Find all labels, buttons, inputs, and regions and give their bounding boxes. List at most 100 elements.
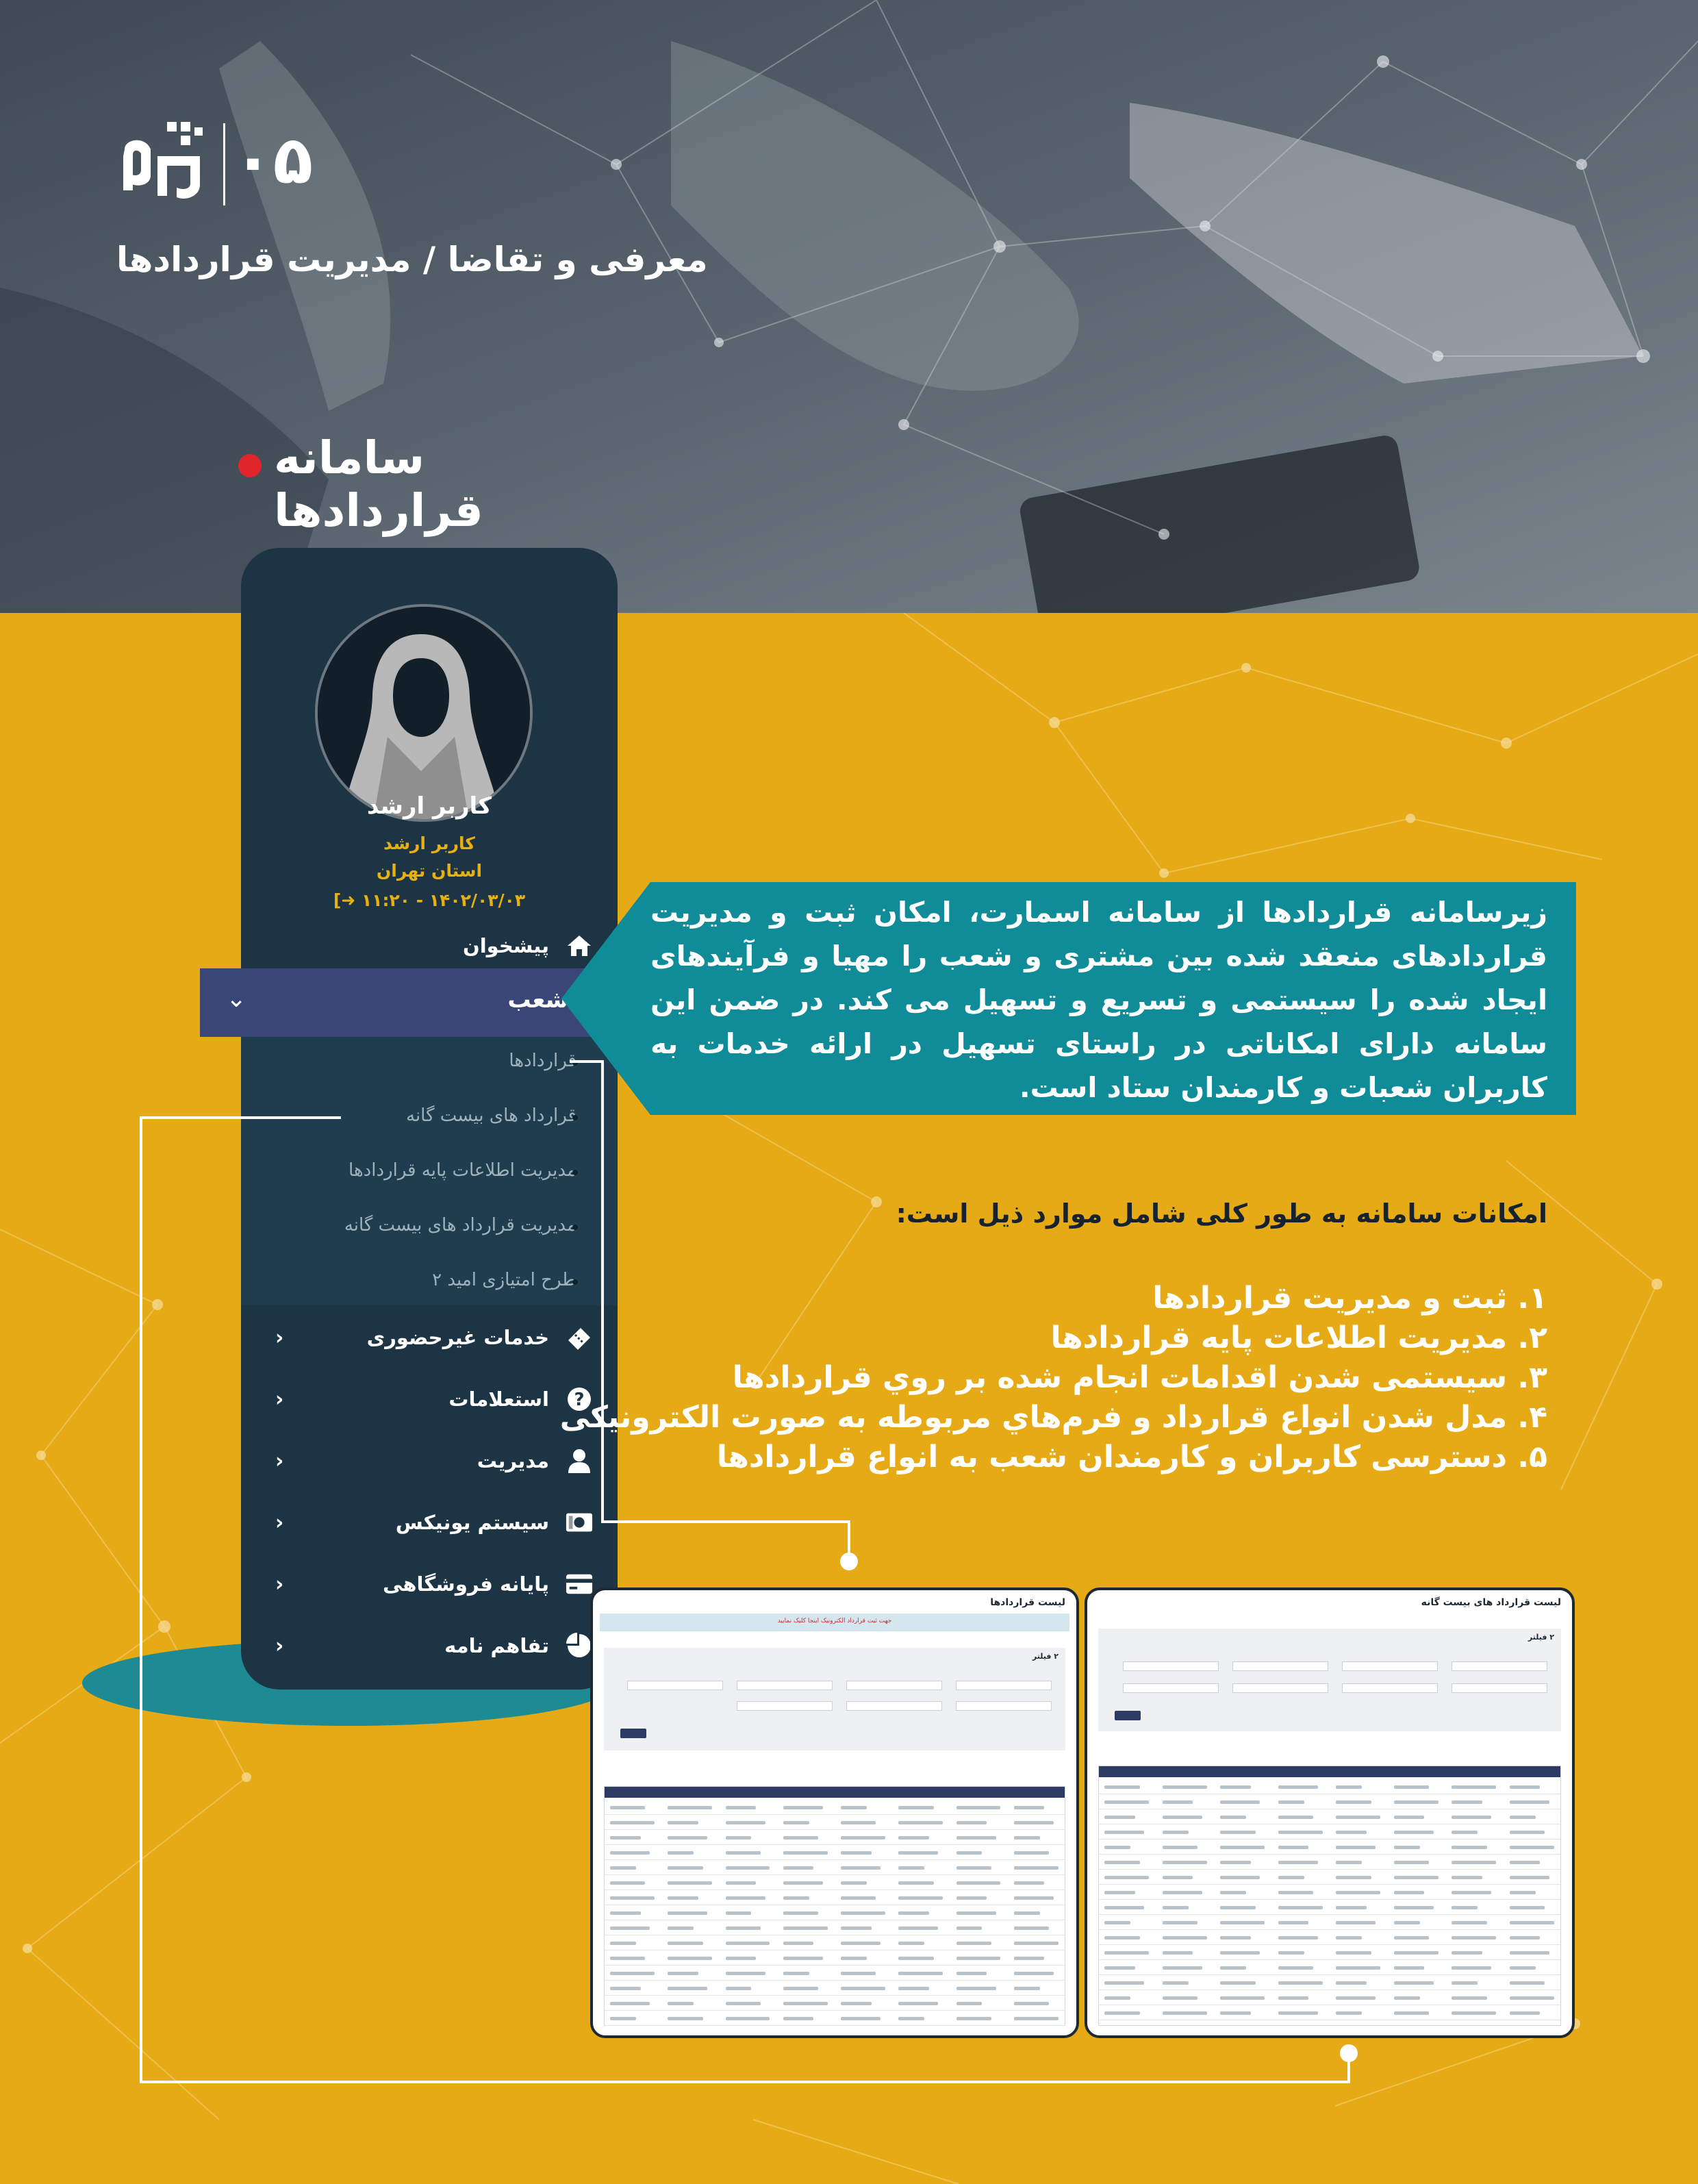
table-cell	[1162, 1816, 1202, 1819]
filter-input[interactable]	[846, 1681, 942, 1690]
table-cell	[610, 1911, 641, 1915]
table-row	[605, 2010, 1065, 2011]
filter-input[interactable]	[627, 1681, 723, 1690]
filter-input[interactable]	[1342, 1683, 1438, 1693]
table-cell	[1013, 1851, 1050, 1855]
table-cell	[1220, 1861, 1251, 1864]
contracts-table	[1098, 1766, 1561, 2026]
filter-input[interactable]	[1452, 1683, 1547, 1693]
sidebar-item-management[interactable]: مدیریت ‹	[241, 1437, 618, 1485]
table-cell	[1104, 1800, 1150, 1804]
filter-input[interactable]	[1342, 1661, 1438, 1671]
search-button[interactable]	[620, 1729, 646, 1738]
table-cell	[668, 1836, 708, 1840]
table-cell	[1220, 1966, 1247, 1970]
table-cell	[1278, 1921, 1309, 1924]
table-cell	[1104, 1906, 1145, 1909]
page-number: ۰۵	[233, 122, 314, 199]
create-contract-link[interactable]: جهت ثبت قرارداد الکترونیک اینجا کلیک نما…	[600, 1618, 1069, 1624]
table-cell	[841, 2002, 872, 2005]
ticket-icon	[566, 1324, 593, 1351]
filter-input[interactable]	[1123, 1683, 1219, 1693]
table-row	[605, 1814, 1065, 1815]
table-cell	[1393, 1831, 1434, 1834]
table-cell	[1452, 1981, 1478, 1985]
table-cell	[1278, 1981, 1323, 1985]
filter-input[interactable]	[846, 1701, 942, 1711]
table-cell	[610, 1836, 641, 1840]
table-cell	[668, 1821, 698, 1824]
table-cell	[1393, 1921, 1420, 1924]
pie-chart-icon	[566, 1632, 593, 1659]
table-cell	[610, 1972, 655, 1975]
filter-panel: ۲ فیلتر	[604, 1648, 1065, 1750]
table-cell	[668, 1957, 713, 1960]
table-cell	[1013, 1881, 1045, 1885]
table-cell	[841, 1957, 867, 1960]
table-cell	[1104, 1981, 1145, 1985]
filter-input[interactable]	[1452, 1661, 1547, 1671]
table-cell	[1162, 1966, 1202, 1970]
table-cell	[1393, 1800, 1439, 1804]
sidebar-item-branches[interactable]: شعب ⌄	[200, 968, 619, 1037]
avatar-silhouette-icon	[318, 607, 530, 819]
table-cell	[1278, 1785, 1318, 1789]
table-cell	[1452, 2011, 1497, 2015]
table-cell	[1220, 1891, 1247, 1894]
filter-input[interactable]	[1123, 1661, 1219, 1671]
submenu-item-omid-plan[interactable]: طرح امتیازی امید ۲	[432, 1270, 576, 1290]
company-logo	[123, 122, 203, 199]
filter-input[interactable]	[956, 1681, 1052, 1690]
sidebar-item-pos-terminal[interactable]: پایانه فروشگاهی ‹	[241, 1560, 618, 1608]
search-button[interactable]	[1115, 1711, 1141, 1720]
submenu-item-twenty-contracts[interactable]: قرارداد های بیست گانه	[406, 1105, 576, 1126]
table-cell	[1162, 1951, 1193, 1955]
sidebar-item-online-services[interactable]: خدمات غیرحضوری ‹	[241, 1314, 618, 1361]
table-cell	[898, 1821, 943, 1824]
screenshot-title: لیست قرارداد های بیست گانه	[1421, 1597, 1561, 1608]
table-cell	[610, 1851, 650, 1855]
table-cell	[1452, 1966, 1492, 1970]
table-row	[605, 1859, 1065, 1860]
table-cell	[610, 2002, 650, 2005]
table-cell	[1509, 1936, 1541, 1940]
table-cell	[898, 1881, 934, 1885]
table-row	[605, 1874, 1065, 1875]
table-cell	[1104, 1861, 1140, 1864]
table-cell	[841, 1821, 876, 1824]
table-cell	[1393, 1816, 1425, 1819]
table-cell	[668, 1851, 694, 1855]
table-cell	[1336, 2011, 1363, 2015]
table-cell	[725, 1836, 752, 1840]
table-cell	[1013, 1957, 1045, 1960]
table-cell	[610, 1821, 655, 1824]
table-cell	[841, 1836, 885, 1840]
filter-input[interactable]	[1232, 1661, 1328, 1671]
table-cell	[1220, 1921, 1265, 1924]
table-cell	[610, 2017, 636, 2020]
table-cell	[841, 1987, 885, 1990]
table-cell	[841, 1881, 867, 1885]
submenu-item-base-info[interactable]: مدیریت اطلاعات پایه قراردادها	[349, 1160, 576, 1181]
filter-input[interactable]	[737, 1701, 833, 1711]
table-header	[1099, 1766, 1560, 1777]
table-cell	[783, 1957, 823, 1960]
table-cell	[1393, 1906, 1434, 1909]
sidebar-item-unix-system[interactable]: سیستم یونیکس ‹	[241, 1498, 618, 1546]
sidebar-item-agreements[interactable]: تفاهم نامه ‹	[241, 1622, 618, 1670]
sidebar-item-label: پایانه فروشگاهی	[383, 1572, 549, 1596]
chevron-left-icon: ‹	[275, 1510, 284, 1535]
filter-input[interactable]	[737, 1681, 833, 1690]
table-cell	[783, 2002, 828, 2005]
table-cell	[1104, 1996, 1131, 2000]
table-cell	[1393, 1785, 1430, 1789]
table-cell	[1162, 1831, 1189, 1834]
table-cell	[668, 1911, 708, 1915]
table-cell	[668, 1942, 703, 1945]
filter-input[interactable]	[1232, 1683, 1328, 1693]
submenu-item-manage-twenty[interactable]: مدیریت قرارداد های بیست گانه	[344, 1215, 576, 1235]
table-cell	[898, 1942, 925, 1945]
table-cell	[1162, 1785, 1207, 1789]
filter-input[interactable]	[956, 1701, 1052, 1711]
create-contract-bar[interactable]: جهت ثبت قرارداد الکترونیک اینجا کلیک نما…	[600, 1614, 1069, 1631]
